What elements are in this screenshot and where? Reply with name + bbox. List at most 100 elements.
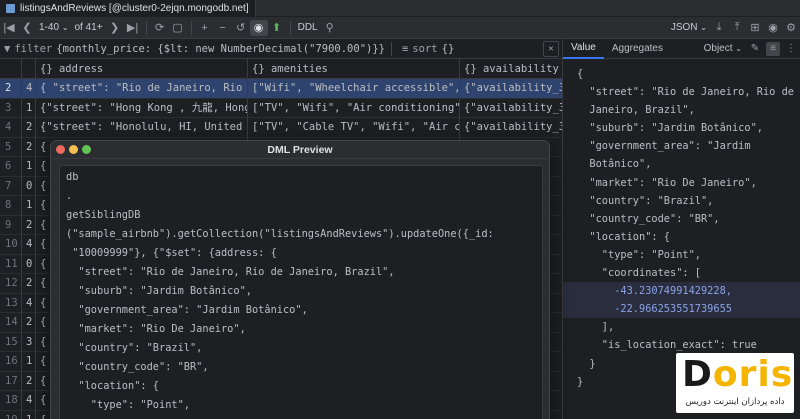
settings-icon[interactable]: ⚙: [782, 17, 800, 39]
row-number[interactable]: 10: [0, 234, 22, 254]
edit-icon[interactable]: ✎: [748, 42, 762, 56]
view-icon[interactable]: ◉: [764, 17, 782, 39]
cell-address[interactable]: { "street": "Rio de Janeiro, Rio d: [36, 78, 248, 98]
table-row[interactable]: 2 4{ "street": "Rio de Janeiro, Rio d ["Wi…: [0, 78, 562, 99]
row-sub-number[interactable]: 2: [22, 117, 36, 137]
row-number[interactable]: 12: [0, 273, 22, 293]
row-number[interactable]: 16: [0, 351, 22, 371]
tab-aggregates[interactable]: Aggregates: [604, 39, 671, 59]
first-page-icon[interactable]: |◀: [0, 17, 18, 39]
search-icon[interactable]: ⚲: [321, 17, 339, 39]
code-line: db: [66, 171, 79, 183]
reload-icon[interactable]: ⟳: [151, 17, 169, 39]
logo-subtitle: داده پردازان اینترنت دوریس: [685, 397, 785, 407]
prev-page-icon[interactable]: ❮: [18, 17, 36, 39]
dml-code-view[interactable]: db. getSiblingDB ("sample_airbnb").getColl…: [59, 165, 543, 419]
chevron-down-icon: ⌄: [61, 23, 69, 32]
cell-availability[interactable]: {"availability_30: [460, 78, 562, 98]
row-number[interactable]: 18: [0, 390, 22, 410]
code-line: "suburb": "Jardim Botânico",: [66, 285, 252, 297]
ddl-button[interactable]: DDL: [295, 17, 321, 39]
row-sub-number[interactable]: 0: [22, 176, 36, 196]
code-line: "location": {: [66, 380, 159, 392]
code-line: ("sample_airbnb").getCollection("listing…: [66, 228, 494, 240]
row-sub-number[interactable]: 4: [22, 78, 36, 98]
tab-value[interactable]: Value: [563, 39, 604, 59]
format-icon[interactable]: ≡: [766, 41, 780, 56]
delete-row-icon[interactable]: −: [214, 17, 232, 39]
row-number[interactable]: 17: [0, 371, 22, 391]
compare-icon[interactable]: ⊞: [746, 17, 764, 39]
row-number[interactable]: 7: [0, 176, 22, 196]
column-header-address[interactable]: {} address: [36, 59, 248, 79]
cell-address[interactable]: {"street": "Hong Kong , 九龍, Hong Ko: [36, 98, 248, 118]
row-sub-number[interactable]: 2: [22, 215, 36, 235]
stop-icon[interactable]: ▢: [169, 17, 187, 39]
column-header-availability[interactable]: {} availability: [460, 59, 562, 79]
revert-icon[interactable]: ↺: [232, 17, 250, 39]
next-page-icon[interactable]: ❯: [106, 17, 124, 39]
row-sub-number[interactable]: 1: [22, 98, 36, 118]
doris-logo: Doris داده پردازان اینترنت دوریس: [676, 353, 794, 413]
row-number[interactable]: 6: [0, 156, 22, 176]
format-label: JSON: [670, 22, 698, 33]
row-sub-number[interactable]: 4: [22, 234, 36, 254]
submit-icon[interactable]: ⬆: [268, 17, 286, 39]
last-page-icon[interactable]: ▶|: [124, 17, 142, 39]
row-sub-number[interactable]: 4: [22, 390, 36, 410]
filter-input[interactable]: {monthly_price: {$lt: new NumberDecimal(…: [56, 43, 385, 55]
row-sub-number[interactable]: 2: [22, 371, 36, 391]
cell-availability[interactable]: {"availability_30: [460, 98, 562, 118]
dml-preview-dialog: DML Preview db. getSiblingDB ("sample_airb…: [50, 140, 550, 419]
cell-availability[interactable]: {"availability_30: [460, 118, 562, 138]
table-row[interactable]: 4 2 {"street": "Honolulu, HI, United Sta ["…: [0, 117, 562, 138]
row-number[interactable]: 15: [0, 332, 22, 352]
row-sub-number[interactable]: 2: [22, 312, 36, 332]
row-sub-number[interactable]: 1: [22, 195, 36, 215]
row-number[interactable]: 14: [0, 312, 22, 332]
pager-range: 1-40: [39, 22, 60, 33]
row-number[interactable]: 9: [0, 215, 22, 235]
row-number[interactable]: 2: [0, 78, 22, 98]
cell-amenities[interactable]: ["TV", "Cable TV", "Wifi", "Air cond: [248, 117, 460, 137]
export-icon[interactable]: ⤓: [710, 17, 728, 39]
row-sub-number[interactable]: 2: [22, 273, 36, 293]
row-sub-number[interactable]: 2: [22, 137, 36, 157]
cell-address[interactable]: {"street": "Honolulu, HI, United Sta: [36, 117, 248, 137]
row-sub-number[interactable]: 1: [22, 410, 36, 419]
preview-icon[interactable]: ◉: [249, 19, 268, 36]
type-select[interactable]: Object ⌄: [700, 43, 746, 54]
row-sub-number[interactable]: 0: [22, 254, 36, 274]
column-header-amenities[interactable]: {} amenities: [248, 59, 460, 79]
sort-input[interactable]: {}: [442, 43, 455, 55]
tab-listings-and-reviews[interactable]: listingsAndReviews [@cluster0-2ejqn.mong…: [0, 0, 256, 17]
row-sub-number[interactable]: 3: [22, 332, 36, 352]
add-row-icon[interactable]: +: [196, 17, 214, 39]
import-icon[interactable]: ⤒: [728, 17, 746, 39]
row-number-header: [0, 59, 22, 79]
cell-amenities[interactable]: ["TV", "Wifi", "Air conditioning", ": [248, 98, 460, 118]
row-sub-number[interactable]: 4: [22, 293, 36, 313]
pager-select[interactable]: 1-40 ⌄: [36, 17, 72, 39]
table-row[interactable]: 3 1 {"street": "Hong Kong , 九龍, Hong Ko ["T…: [0, 98, 562, 118]
cell-amenities[interactable]: ["Wifi", "Wheelchair accessible", "K: [248, 78, 460, 98]
row-number[interactable]: 13: [0, 293, 22, 313]
json-value-view[interactable]: { "street": "Rio de Janeiro, Rio de Jane…: [563, 59, 800, 391]
row-number[interactable]: 19: [0, 410, 22, 419]
row-number[interactable]: 4: [0, 117, 22, 137]
row-sub-number[interactable]: 1: [22, 156, 36, 176]
value-panel-tabs: Value Aggregates Object ⌄ ✎ ≡ ⋮: [563, 39, 800, 59]
value-panel-actions: Object ⌄ ✎ ≡ ⋮: [700, 41, 800, 56]
type-select-label: Object: [703, 43, 733, 54]
row-number[interactable]: 3: [0, 98, 22, 118]
row-number[interactable]: 11: [0, 254, 22, 274]
format-select[interactable]: JSON ⌄: [668, 17, 710, 39]
json-line: "type": "Point",: [577, 248, 701, 261]
close-icon[interactable]: ✕: [543, 40, 559, 57]
more-icon[interactable]: ⋮: [784, 42, 798, 56]
row-number[interactable]: 5: [0, 137, 22, 157]
row-sub-number[interactable]: 1: [22, 351, 36, 371]
row-number[interactable]: 8: [0, 195, 22, 215]
code-line: getSiblingDB: [66, 209, 141, 221]
json-line: Janeiro, Brazil",: [577, 104, 695, 117]
